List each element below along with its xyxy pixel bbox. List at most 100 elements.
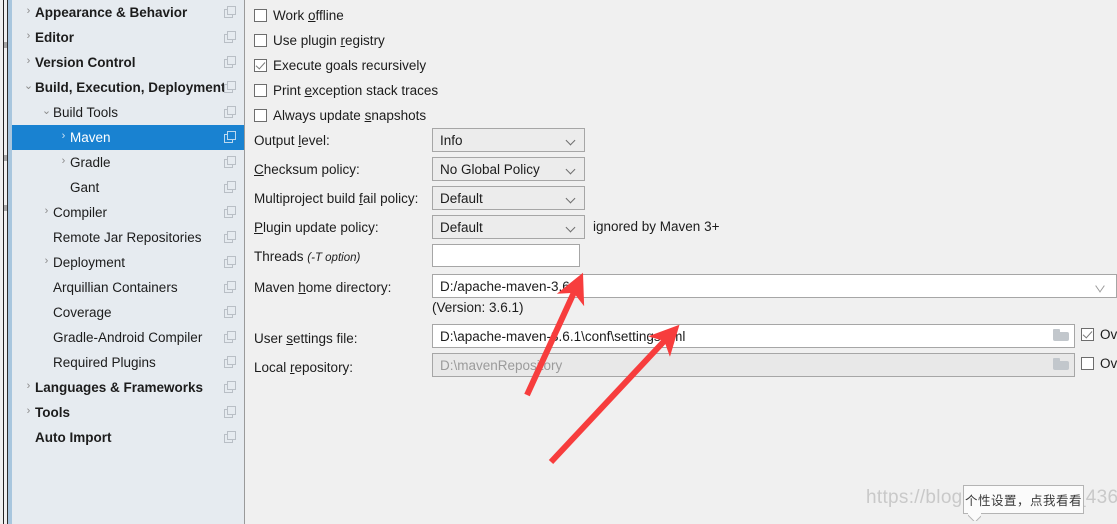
checkbox-row-print-exception-stack-traces[interactable]: Print exception stack traces	[254, 80, 438, 100]
chevron-down-icon[interactable]: ⌄	[22, 81, 35, 92]
checkbox-row-work-offline[interactable]: Work offline	[254, 5, 344, 25]
copy-icon[interactable]	[224, 81, 237, 94]
sidebar-item-label: Coverage	[53, 305, 112, 320]
checkbox-label-mnemonic: g	[325, 57, 334, 73]
chevron-right-icon[interactable]: ›	[22, 381, 35, 392]
chevron-right-icon[interactable]: ›	[57, 156, 70, 167]
output-level-select[interactable]: Info	[432, 128, 585, 152]
maven-home-directory-value: D:/apache-maven-3.6.1	[440, 278, 582, 294]
maven-version-note: (Version: 3.6.1)	[432, 300, 524, 315]
user-settings-file-input[interactable]: D:\apache-maven-3.6.1\conf\settings.xml	[432, 324, 1075, 348]
local-repository-input[interactable]: D:\mavenRepository	[432, 353, 1075, 377]
chevron-right-icon[interactable]: ›	[22, 31, 35, 42]
sidebar-item-arquillian-containers[interactable]: Arquillian Containers	[12, 275, 244, 300]
checkbox-label-post: napshots	[371, 107, 427, 123]
checksum-policy-label-post: hecksum policy:	[263, 162, 360, 177]
checkbox-label-post: ffline	[315, 7, 344, 23]
copy-icon[interactable]	[224, 331, 237, 344]
checkbox-label: Execute goals recursively	[273, 58, 426, 73]
checkbox-execute-goals-recursively[interactable]	[254, 58, 267, 72]
checkbox-label-post: oals recursively	[333, 57, 427, 73]
chevron-right-icon[interactable]: ›	[57, 131, 70, 142]
sidebar-item-label: Gradle-Android Compiler	[53, 330, 203, 345]
sidebar-item-compiler[interactable]: › Compiler	[12, 200, 244, 225]
copy-icon[interactable]	[224, 381, 237, 394]
plugin-update-label-post: lugin update policy:	[263, 220, 379, 235]
copy-icon[interactable]	[224, 406, 237, 419]
threads-input[interactable]	[432, 244, 580, 267]
copy-icon[interactable]	[224, 181, 237, 194]
local-repository-override-label: Ove	[1100, 356, 1117, 371]
checkbox-label-mnemonic: o	[308, 7, 316, 23]
multiproject-fail-policy-select[interactable]: Default	[432, 186, 585, 210]
copy-icon[interactable]	[224, 431, 237, 444]
copy-icon[interactable]	[224, 231, 237, 244]
chevron-right-icon[interactable]: ›	[22, 56, 35, 67]
local-repository-override-checkbox[interactable]	[1081, 357, 1094, 370]
chevron-right-icon[interactable]: ›	[22, 406, 35, 417]
checkbox-print-exception-stack-traces[interactable]	[254, 83, 267, 97]
user-settings-override-row[interactable]: Ove	[1081, 327, 1117, 342]
local-repository-override-row[interactable]: Ove	[1081, 356, 1117, 371]
sidebar-item-languages-frameworks[interactable]: › Languages & Frameworks	[12, 375, 244, 400]
output-level-label-pre: Output	[254, 133, 299, 148]
checkbox-row-always-update-snapshots[interactable]: Always update snapshots	[254, 105, 426, 125]
sidebar-item-tools[interactable]: › Tools	[12, 400, 244, 425]
chevron-down-icon[interactable]: ⌄	[40, 106, 53, 117]
sidebar-item-required-plugins[interactable]: Required Plugins	[12, 350, 244, 375]
maven-home-directory-combo[interactable]: D:/apache-maven-3.6.1	[432, 274, 1117, 298]
output-level-value: Info	[440, 132, 463, 148]
sidebar-item-auto-import[interactable]: Auto Import	[12, 425, 244, 450]
checkbox-row-execute-goals-recursively[interactable]: Execute goals recursively	[254, 55, 426, 75]
plugin-update-policy-select[interactable]: Default	[432, 215, 585, 239]
chevron-down-icon	[567, 137, 575, 145]
checkbox-always-update-snapshots[interactable]	[254, 108, 267, 122]
copy-icon[interactable]	[224, 206, 237, 219]
copy-icon[interactable]	[224, 256, 237, 269]
chevron-right-icon[interactable]: ›	[40, 256, 53, 267]
settings-sidebar[interactable]: › Appearance & Behavior › Editor › Version Co…	[12, 0, 245, 524]
sidebar-item-build-tools[interactable]: ⌄ Build Tools	[12, 100, 244, 125]
copy-icon[interactable]	[224, 306, 237, 319]
sidebar-item-label: Maven	[70, 130, 111, 145]
user-settings-file-label: User settings file:	[254, 329, 358, 349]
sidebar-item-remote-jar-repositories[interactable]: Remote Jar Repositories	[12, 225, 244, 250]
checkbox-label-pre: Execute	[273, 57, 326, 73]
sidebar-item-maven[interactable]: › Maven	[12, 125, 244, 150]
copy-icon[interactable]	[224, 131, 237, 144]
sidebar-item-gradle[interactable]: › Gradle	[12, 150, 244, 175]
copy-icon[interactable]	[224, 156, 237, 169]
chevron-down-icon[interactable]	[1096, 282, 1106, 290]
output-level-label: Output level:	[254, 131, 330, 151]
sidebar-item-version-control[interactable]: › Version Control	[12, 50, 244, 75]
chevron-right-icon[interactable]: ›	[22, 6, 35, 17]
checkbox-row-use-plugin-registry[interactable]: Use plugin registry	[254, 30, 385, 50]
checkbox-label-pre: Always update	[273, 107, 365, 123]
sidebar-item-deployment[interactable]: › Deployment	[12, 250, 244, 275]
copy-icon[interactable]	[224, 56, 237, 69]
chevron-right-icon[interactable]: ›	[40, 206, 53, 217]
checkbox-use-plugin-registry[interactable]	[254, 33, 267, 47]
copy-icon[interactable]	[224, 6, 237, 19]
sidebar-tree[interactable]: › Appearance & Behavior › Editor › Version Co…	[12, 0, 244, 450]
sidebar-item-gant[interactable]: Gant	[12, 175, 244, 200]
user-settings-file-value: D:\apache-maven-3.6.1\conf\settings.xml	[440, 328, 686, 344]
maven-home-label-mnemonic: h	[298, 280, 306, 295]
checksum-policy-select[interactable]: No Global Policy	[432, 157, 585, 181]
folder-browse-icon[interactable]	[1053, 358, 1070, 372]
sidebar-item-appearance-behavior[interactable]: › Appearance & Behavior	[12, 0, 244, 25]
sidebar-item-editor[interactable]: › Editor	[12, 25, 244, 50]
sidebar-item-label: Editor	[35, 30, 74, 45]
copy-icon[interactable]	[224, 356, 237, 369]
sidebar-item-gradle-android-compiler[interactable]: Gradle-Android Compiler	[12, 325, 244, 350]
copy-icon[interactable]	[224, 106, 237, 119]
multiproject-label-pre: Multiproject build	[254, 191, 360, 206]
sidebar-item-build-execution-deployment[interactable]: ⌄ Build, Execution, Deployment	[12, 75, 244, 100]
sidebar-item-coverage[interactable]: Coverage	[12, 300, 244, 325]
folder-browse-icon[interactable]	[1053, 329, 1070, 343]
checksum-policy-label: Checksum policy:	[254, 160, 360, 180]
copy-icon[interactable]	[224, 31, 237, 44]
copy-icon[interactable]	[224, 281, 237, 294]
checkbox-work-offline[interactable]	[254, 8, 267, 22]
user-settings-override-checkbox[interactable]	[1081, 328, 1094, 341]
